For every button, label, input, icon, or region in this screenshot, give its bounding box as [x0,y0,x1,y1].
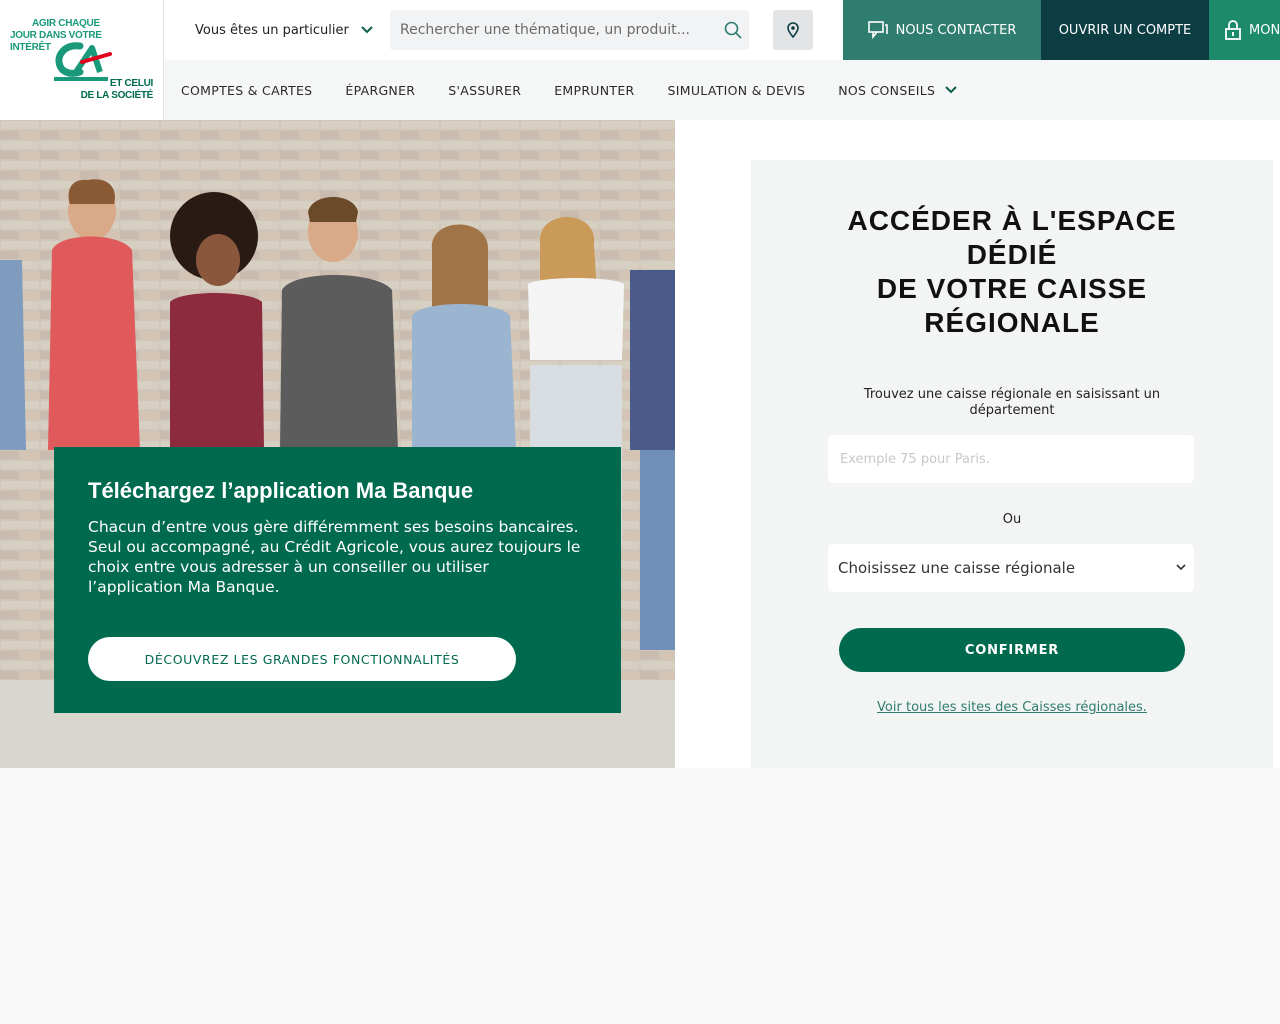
regional-bank-select-value: Choisissez une caisse régionale [838,559,1076,577]
department-hint: Trouvez une caisse régionale en saisissa… [863,387,1161,418]
confirm-button[interactable]: CONFIRMER [839,628,1185,672]
regional-bank-panel: ACCÉDER À L'ESPACE DÉDIÉ DE VOTRE CAISSE… [751,160,1273,768]
brand-tagline-bottom: ET CELUI DE LA SOCIÉTÉ [80,78,154,101]
location-pin-icon [787,22,799,38]
title-line: ACCÉDER À L'ESPACE DÉDIÉ [847,205,1177,270]
search-box [390,10,749,50]
profile-selector[interactable]: Vous êtes un particulier [164,0,384,60]
site-header: AGIR CHAQUE JOUR DANS VOTRE INTÉRÊT ET C… [0,0,1280,120]
top-bar: Vous êtes un particulier NOUS CONTACTER … [164,0,1280,60]
all-regional-sites-link[interactable]: Voir tous les sites des Caisses régional… [751,700,1273,715]
contact-us-label: NOUS CONTACTER [895,22,1017,38]
discover-features-label: DÉCOUVREZ LES GRANDES FONCTIONNALITÉS [144,651,460,667]
my-account-label: MON [1249,22,1280,38]
locate-agency-button[interactable] [773,10,813,50]
lock-icon [1225,20,1241,40]
promo-body: Chacun d’entre vous gère différemment se… [88,518,581,596]
nav-item-emprunter[interactable]: EMPRUNTER [554,83,634,98]
chevron-down-icon [945,86,957,94]
confirm-label: CONFIRMER [964,642,1060,658]
nav-item-simulation-devis[interactable]: SIMULATION & DEVIS [668,83,806,98]
contact-us-button[interactable]: NOUS CONTACTER [843,0,1041,60]
regional-bank-select[interactable]: Choisissez une caisse régionale [828,544,1194,592]
app-promo-card: Téléchargez l’application Ma Banque Chac… [54,447,621,713]
search-icon[interactable] [723,20,743,40]
hero-banner: Téléchargez l’application Ma Banque Chac… [0,120,675,768]
profile-label: Vous êtes un particulier [195,22,349,38]
chevron-down-icon [1176,564,1186,571]
nav-label: EMPRUNTER [554,82,635,98]
nav-item-s-assurer[interactable]: S'ASSURER [448,83,521,98]
nav-label: SIMULATION & DEVIS [667,82,806,98]
chevron-down-icon [361,26,373,34]
ca-logo-icon [54,42,112,81]
search-input[interactable] [390,10,710,50]
title-line: DE VOTRE CAISSE RÉGIONALE [876,273,1148,338]
nav-label: S'ASSURER [448,82,522,98]
nav-item-epargner[interactable]: ÉPARGNER [345,83,415,98]
my-account-button[interactable]: MON [1209,0,1280,60]
main-navigation: COMPTES & CARTES ÉPARGNER S'ASSURER EMPR… [164,60,1280,120]
nav-label: ÉPARGNER [345,82,416,98]
chat-icon [867,21,888,39]
promo-title: Téléchargez l’application Ma Banque [88,478,474,503]
nav-label: NOS CONSEILS [838,82,936,98]
nav-item-nos-conseils[interactable]: NOS CONSEILS [838,83,957,98]
open-account-button[interactable]: OUVRIR UN COMPTE [1041,0,1209,60]
nav-item-comptes-cartes[interactable]: COMPTES & CARTES [181,83,312,98]
discover-features-button[interactable]: DÉCOUVREZ LES GRANDES FONCTIONNALITÉS [88,637,516,681]
open-account-label: OUVRIR UN COMPTE [1058,22,1192,38]
brand-logo[interactable]: AGIR CHAQUE JOUR DANS VOTRE INTÉRÊT ET C… [0,0,164,120]
or-separator: Ou [1002,512,1022,527]
nav-label: COMPTES & CARTES [181,82,313,98]
regional-panel-title: ACCÉDER À L'ESPACE DÉDIÉ DE VOTRE CAISSE… [811,204,1213,340]
department-input[interactable] [828,435,1194,483]
